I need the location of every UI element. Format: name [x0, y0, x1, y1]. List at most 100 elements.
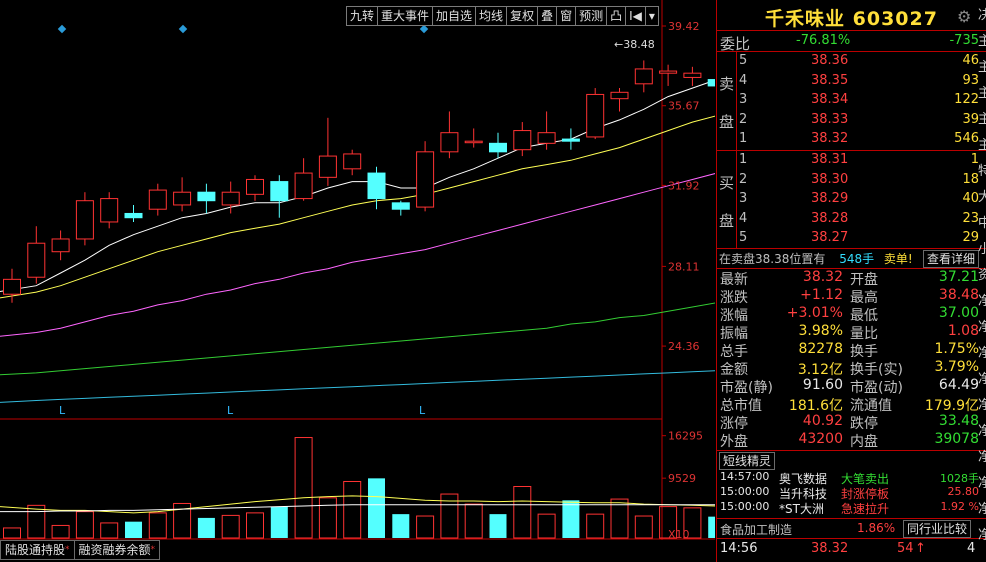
kline-chart[interactable]: 39.42 35.67 31.92 28.11 24.36 16295 9529 X10 L L… — [0, 0, 715, 562]
quote-value: 1.75% — [934, 341, 979, 357]
divider — [717, 248, 986, 249]
ma120-line — [0, 370, 715, 403]
sprite-time: 15:00:00 — [720, 500, 770, 513]
candle-body — [416, 151, 435, 208]
adjust-price-button[interactable]: 复权 — [506, 6, 539, 26]
candle — [707, 79, 715, 87]
quote-row: 振幅 3.98% 量比 1.08 — [717, 323, 979, 342]
volume-bar — [513, 486, 532, 539]
volume-bar — [148, 512, 167, 539]
skip-back-icon[interactable]: I◀ — [625, 6, 646, 26]
edge-label[interactable]: 净 — [978, 342, 986, 361]
tick-volume: 54 — [897, 541, 914, 556]
quote-value: 64.49 — [938, 377, 979, 393]
volume-bar — [3, 527, 21, 539]
edge-label[interactable]: 净 — [978, 368, 986, 387]
volume-bar — [51, 524, 70, 539]
quote-row: 市盈(静) 91.60 市盈(动) 64.49 — [717, 377, 979, 396]
candle-body — [197, 191, 216, 202]
quote-label: 金额 — [720, 362, 748, 378]
event-diamond-icon — [178, 24, 188, 34]
edge-label[interactable]: 净 — [978, 420, 986, 439]
window-button[interactable]: 窗 — [556, 6, 577, 26]
sprite-item[interactable]: 14:57:00 奥飞数据 大笔卖出 1028手 — [717, 470, 979, 486]
edge-label[interactable]: 主 — [978, 82, 986, 101]
tab-margin-balance[interactable]: 融资融券余额* — [73, 540, 161, 560]
major-events-button[interactable]: 重大事件 — [377, 6, 434, 26]
edge-label[interactable]: 小 — [978, 238, 986, 257]
buy-price: 38.31 — [811, 152, 849, 167]
candle — [464, 128, 483, 148]
candle-body — [561, 138, 580, 142]
quote-label: 市盈(动) — [850, 380, 903, 396]
edge-label[interactable]: 决 — [978, 4, 986, 23]
ma60-line — [0, 302, 715, 376]
edge-label[interactable]: 主 — [978, 134, 986, 153]
stock-title-bar: 千禾味业 603027 ⚙ — [717, 4, 986, 30]
edge-label[interactable]: 净 — [978, 394, 986, 413]
view-detail-button[interactable]: 查看详细 — [923, 250, 980, 268]
quote-value: 3.98% — [798, 323, 843, 339]
edge-label[interactable]: 主 — [978, 30, 986, 49]
sprite-title-tab[interactable]: 短线精灵 — [719, 452, 776, 470]
ma10-line — [0, 115, 715, 299]
buy-price: 38.29 — [811, 191, 849, 207]
volume-bar — [537, 513, 556, 539]
edge-label[interactable]: 净 — [978, 316, 986, 335]
edge-label[interactable]: 净 — [978, 446, 986, 465]
edge-label[interactable]: 净 — [978, 498, 986, 517]
edge-label[interactable]: 主 — [978, 56, 986, 75]
gear-icon[interactable]: ⚙ — [957, 7, 971, 26]
dropdown-icon[interactable]: ▾ — [644, 6, 659, 26]
quote-label: 量比 — [850, 326, 878, 342]
quote-label: 最高 — [850, 290, 878, 306]
edge-label[interactable]: 中 — [978, 212, 986, 231]
buy-volume: 23 — [962, 210, 979, 226]
edge-label[interactable]: 主 — [978, 108, 986, 127]
stock-name: 千禾味业 — [765, 8, 846, 30]
edge-label[interactable]: 特 — [978, 160, 986, 179]
volume-bar — [125, 521, 142, 538]
sell-price: 38.34 — [811, 92, 849, 108]
edge-label[interactable]: 净 — [978, 524, 986, 543]
volume-bar — [586, 513, 605, 539]
y-tick-label: 28.11 — [668, 260, 700, 273]
jiuzhuan-button[interactable]: 九转 — [346, 6, 379, 26]
moving-average-button[interactable]: 均线 — [475, 6, 508, 26]
candle — [246, 175, 264, 201]
low-marker: L — [59, 404, 66, 417]
industry-compare-button[interactable]: 同行业比较 — [903, 520, 972, 538]
buy-row: 3 38.29 40 — [717, 191, 979, 209]
candle — [634, 60, 653, 93]
forecast-button[interactable]: 预测 — [575, 6, 608, 26]
tab-star: * — [65, 545, 70, 555]
volume-bar — [318, 497, 337, 539]
quote-row: 总市值 181.6亿 流通值 179.9亿 — [717, 395, 979, 414]
candle — [610, 88, 629, 112]
candle — [440, 111, 459, 159]
tick-price: 38.32 — [811, 541, 849, 556]
volume-bar — [708, 516, 715, 538]
sell-price: 38.35 — [811, 72, 849, 88]
edge-label[interactable]: 净 — [978, 472, 986, 491]
quote-row: 涨跌 +1.12 最高 38.48 — [717, 287, 979, 306]
candle-body — [683, 72, 702, 78]
candle-body — [610, 91, 629, 100]
sprite-item[interactable]: 15:00:00 当升科技 封涨停板 25.80 — [717, 485, 979, 501]
quote-label: 换手(实) — [850, 362, 903, 378]
edge-label[interactable]: 大 — [978, 186, 986, 205]
tab-northbound-holdings[interactable]: 陆股通持股* — [0, 540, 75, 560]
draw-tool-icon[interactable]: 凸 — [606, 6, 627, 26]
level-number: 4 — [739, 210, 748, 226]
divider — [717, 518, 986, 519]
sell-price: 38.33 — [811, 111, 849, 127]
tick-count: 4 — [967, 541, 976, 556]
edge-label[interactable]: 资 — [978, 264, 986, 283]
buy-row: 4 38.28 23 — [717, 211, 979, 229]
edge-label[interactable]: 净 — [978, 290, 986, 309]
y-tick-label: 35.67 — [668, 100, 700, 113]
sprite-item[interactable]: 15:00:00 *ST大洲 急速拉升 1.92 % — [717, 500, 979, 516]
volume-bar — [100, 522, 119, 539]
add-favorite-button[interactable]: 加自选 — [432, 6, 477, 26]
overlay-button[interactable]: 叠 — [537, 6, 558, 26]
